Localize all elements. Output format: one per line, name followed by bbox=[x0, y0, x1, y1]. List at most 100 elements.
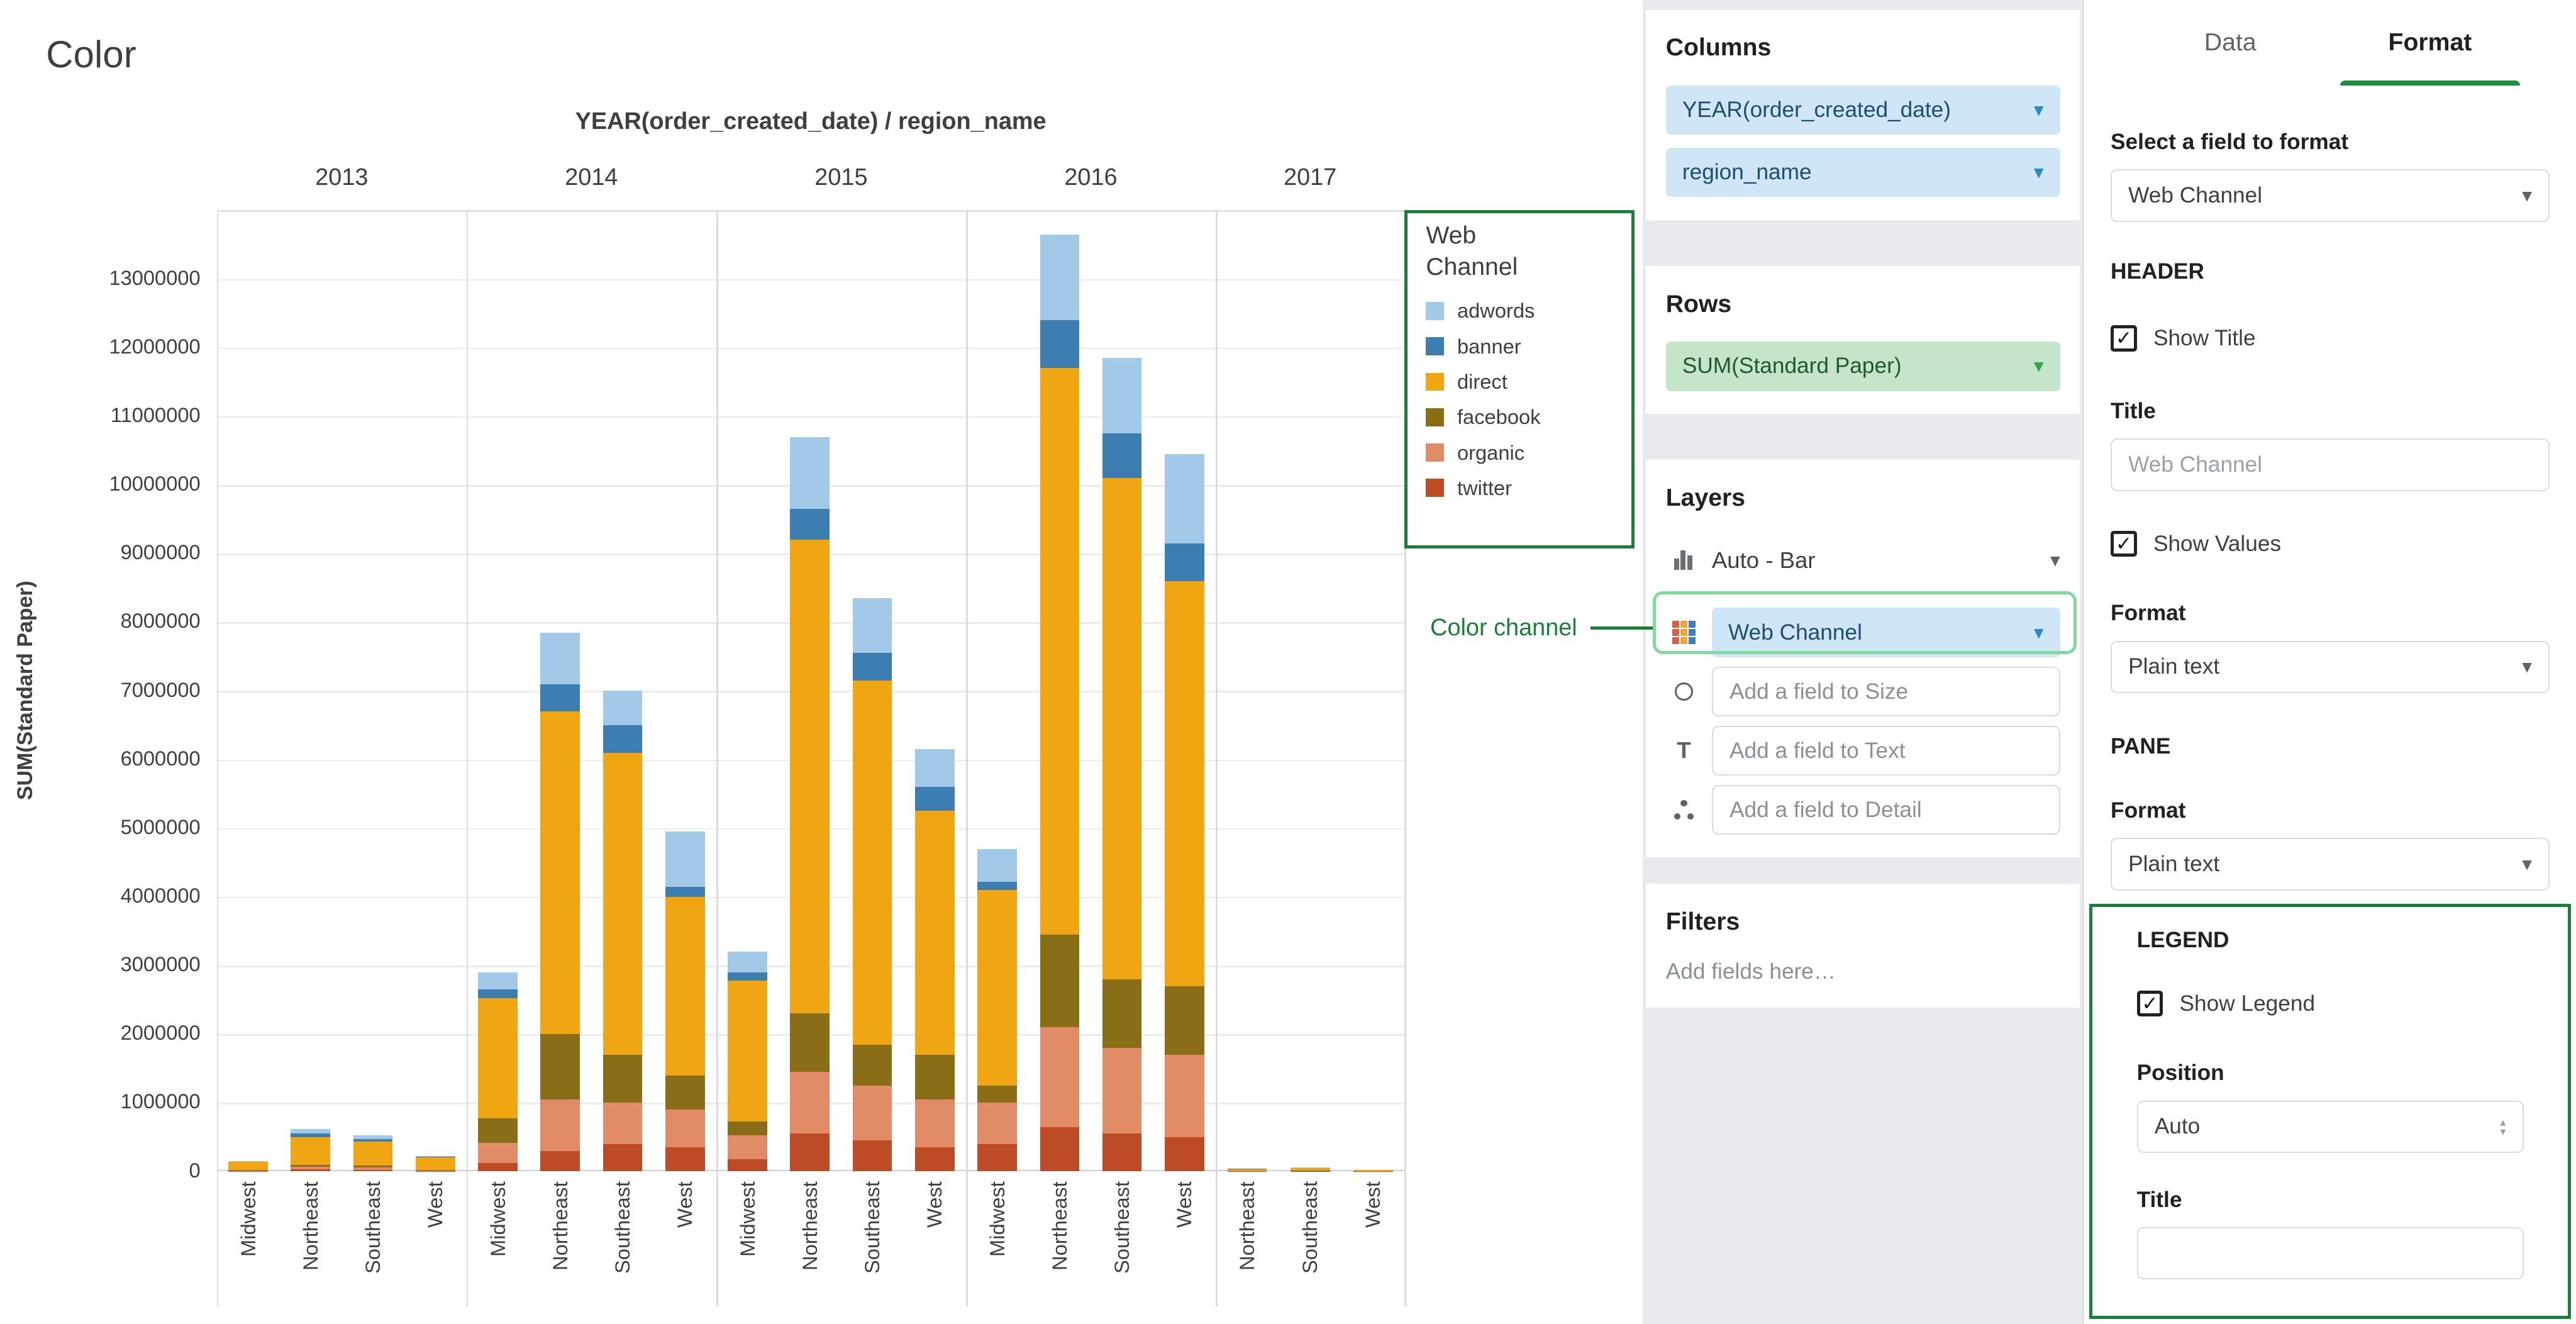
bar-segment-twitter[interactable] bbox=[915, 1147, 955, 1171]
bar-segment-adwords[interactable] bbox=[853, 598, 892, 653]
bar-segment-facebook[interactable] bbox=[540, 1034, 580, 1099]
bar-segment-direct[interactable] bbox=[728, 981, 767, 1121]
stacked-bar-2017-west[interactable] bbox=[1353, 1170, 1393, 1172]
tab-format[interactable]: Format bbox=[2330, 0, 2530, 86]
detail-field-dropzone[interactable]: Add a field to Detail bbox=[1712, 785, 2060, 834]
bar-segment-facebook[interactable] bbox=[603, 1055, 643, 1103]
bar-segment-banner[interactable] bbox=[1165, 543, 1204, 581]
bar-segment-adwords[interactable] bbox=[1040, 235, 1080, 320]
pill-web-channel-color[interactable]: Web Channel ▾ bbox=[1712, 608, 2060, 657]
bar-segment-facebook[interactable] bbox=[977, 1086, 1017, 1103]
stacked-bar-2016-west[interactable] bbox=[1165, 454, 1204, 1172]
bar-segment-organic[interactable] bbox=[1040, 1027, 1080, 1127]
stacked-bar-2014-midwest[interactable] bbox=[478, 972, 518, 1172]
chart-type-select[interactable]: Auto - Bar ▾ bbox=[1666, 535, 2060, 584]
bar-segment-banner[interactable] bbox=[977, 882, 1017, 890]
stacked-bar-2013-northeast[interactable] bbox=[291, 1129, 330, 1172]
bar-segment-facebook[interactable] bbox=[728, 1121, 767, 1135]
bar-segment-twitter[interactable] bbox=[665, 1147, 705, 1171]
pane-format-select[interactable]: Plain text ▾ bbox=[2111, 838, 2550, 891]
bar-segment-direct[interactable] bbox=[416, 1157, 455, 1170]
pill-region-name[interactable]: region_name ▾ bbox=[1666, 148, 2060, 197]
bar-segment-adwords[interactable] bbox=[977, 849, 1017, 882]
header-title-input[interactable] bbox=[2111, 438, 2550, 491]
bar-segment-direct[interactable] bbox=[1165, 581, 1204, 986]
bar-segment-twitter[interactable] bbox=[540, 1151, 580, 1172]
bar-segment-adwords[interactable] bbox=[603, 691, 643, 725]
bar-segment-adwords[interactable] bbox=[728, 952, 767, 972]
bar-segment-organic[interactable] bbox=[665, 1110, 705, 1147]
legend-item-facebook[interactable]: facebook bbox=[1426, 405, 1613, 429]
stacked-bar-2015-northeast[interactable] bbox=[790, 437, 830, 1172]
bar-segment-direct[interactable] bbox=[603, 753, 643, 1055]
bar-segment-adwords[interactable] bbox=[1165, 454, 1204, 543]
bar-segment-banner[interactable] bbox=[478, 989, 518, 998]
bar-segment-twitter[interactable] bbox=[416, 1171, 455, 1172]
bar-segment-twitter[interactable] bbox=[353, 1170, 393, 1172]
bar-segment-direct[interactable] bbox=[1040, 368, 1080, 935]
bar-segment-direct[interactable] bbox=[853, 681, 892, 1045]
bar-segment-facebook[interactable] bbox=[1165, 986, 1204, 1055]
bar-segment-facebook[interactable] bbox=[915, 1055, 955, 1099]
bar-segment-adwords[interactable] bbox=[665, 832, 705, 886]
bar-segment-direct[interactable] bbox=[790, 540, 830, 1013]
bar-segment-banner[interactable] bbox=[853, 653, 892, 681]
bar-segment-banner[interactable] bbox=[540, 684, 580, 712]
bar-segment-twitter[interactable] bbox=[603, 1144, 643, 1172]
tab-data[interactable]: Data bbox=[2130, 0, 2330, 86]
bar-segment-facebook[interactable] bbox=[478, 1118, 518, 1142]
bar-segment-twitter[interactable] bbox=[977, 1144, 1017, 1172]
show-legend-checkbox[interactable]: ✓ bbox=[2137, 991, 2163, 1017]
bar-segment-direct[interactable] bbox=[665, 897, 705, 1076]
pill-sum-standard-paper[interactable]: SUM(Standard Paper) ▾ bbox=[1666, 342, 2060, 391]
show-title-checkbox[interactable]: ✓ bbox=[2111, 325, 2137, 352]
bar-segment-banner[interactable] bbox=[790, 509, 830, 540]
legend-position-select[interactable]: Auto ▴▾ bbox=[2137, 1101, 2524, 1154]
stacked-bar-2015-west[interactable] bbox=[915, 749, 955, 1171]
stacked-bar-2013-midwest[interactable] bbox=[228, 1161, 268, 1172]
bar-segment-facebook[interactable] bbox=[665, 1076, 705, 1110]
bar-segment-banner[interactable] bbox=[1040, 320, 1080, 368]
bar-segment-direct[interactable] bbox=[291, 1137, 330, 1165]
bar-segment-adwords[interactable] bbox=[1102, 358, 1142, 433]
stacked-bar-2013-southeast[interactable] bbox=[353, 1135, 393, 1171]
bar-segment-organic[interactable] bbox=[478, 1143, 518, 1164]
bar-segment-banner[interactable] bbox=[1102, 433, 1142, 478]
bar-segment-banner[interactable] bbox=[665, 887, 705, 897]
bar-segment-organic[interactable] bbox=[1102, 1048, 1142, 1133]
bar-segment-organic[interactable] bbox=[1165, 1055, 1204, 1137]
bar-segment-direct[interactable] bbox=[915, 811, 955, 1054]
stacked-bar-2015-southeast[interactable] bbox=[853, 598, 892, 1171]
bar-segment-organic[interactable] bbox=[977, 1103, 1017, 1143]
legend-item-organic[interactable]: organic bbox=[1426, 441, 1613, 465]
bar-segment-organic[interactable] bbox=[603, 1103, 643, 1143]
bar-segment-organic[interactable] bbox=[540, 1099, 580, 1151]
bar-segment-organic[interactable] bbox=[915, 1099, 955, 1147]
bar-segment-direct[interactable] bbox=[977, 890, 1017, 1086]
bar-segment-direct[interactable] bbox=[228, 1162, 268, 1170]
stacked-bar-2014-southeast[interactable] bbox=[603, 691, 643, 1171]
bar-segment-adwords[interactable] bbox=[790, 437, 830, 509]
bar-segment-direct[interactable] bbox=[540, 711, 580, 1034]
bar-segment-direct[interactable] bbox=[353, 1142, 393, 1165]
bar-segment-facebook[interactable] bbox=[790, 1013, 830, 1072]
header-format-select[interactable]: Plain text ▾ bbox=[2111, 641, 2550, 694]
stacked-bar-2017-northeast[interactable] bbox=[1228, 1169, 1267, 1172]
bar-segment-twitter[interactable] bbox=[1040, 1127, 1080, 1172]
bar-segment-twitter[interactable] bbox=[478, 1163, 518, 1171]
bar-segment-adwords[interactable] bbox=[291, 1129, 330, 1134]
stacked-bar-2017-southeast[interactable] bbox=[1291, 1167, 1330, 1171]
bar-segment-banner[interactable] bbox=[915, 787, 955, 811]
legend-item-direct[interactable]: direct bbox=[1426, 370, 1613, 394]
stacked-bar-2016-northeast[interactable] bbox=[1040, 235, 1080, 1172]
show-values-checkbox[interactable]: ✓ bbox=[2111, 531, 2137, 557]
stacked-bar-2013-west[interactable] bbox=[416, 1156, 455, 1171]
bar-segment-banner[interactable] bbox=[728, 972, 767, 981]
bar-segment-facebook[interactable] bbox=[853, 1045, 892, 1086]
pill-year-order-created-date[interactable]: YEAR(order_created_date) ▾ bbox=[1666, 86, 2060, 135]
bar-segment-twitter[interactable] bbox=[1165, 1137, 1204, 1172]
stacked-bar-2015-midwest[interactable] bbox=[728, 952, 767, 1171]
legend-item-adwords[interactable]: adwords bbox=[1426, 299, 1613, 323]
stacked-bar-2016-midwest[interactable] bbox=[977, 849, 1017, 1172]
field-to-format-select[interactable]: Web Channel ▾ bbox=[2111, 169, 2550, 222]
